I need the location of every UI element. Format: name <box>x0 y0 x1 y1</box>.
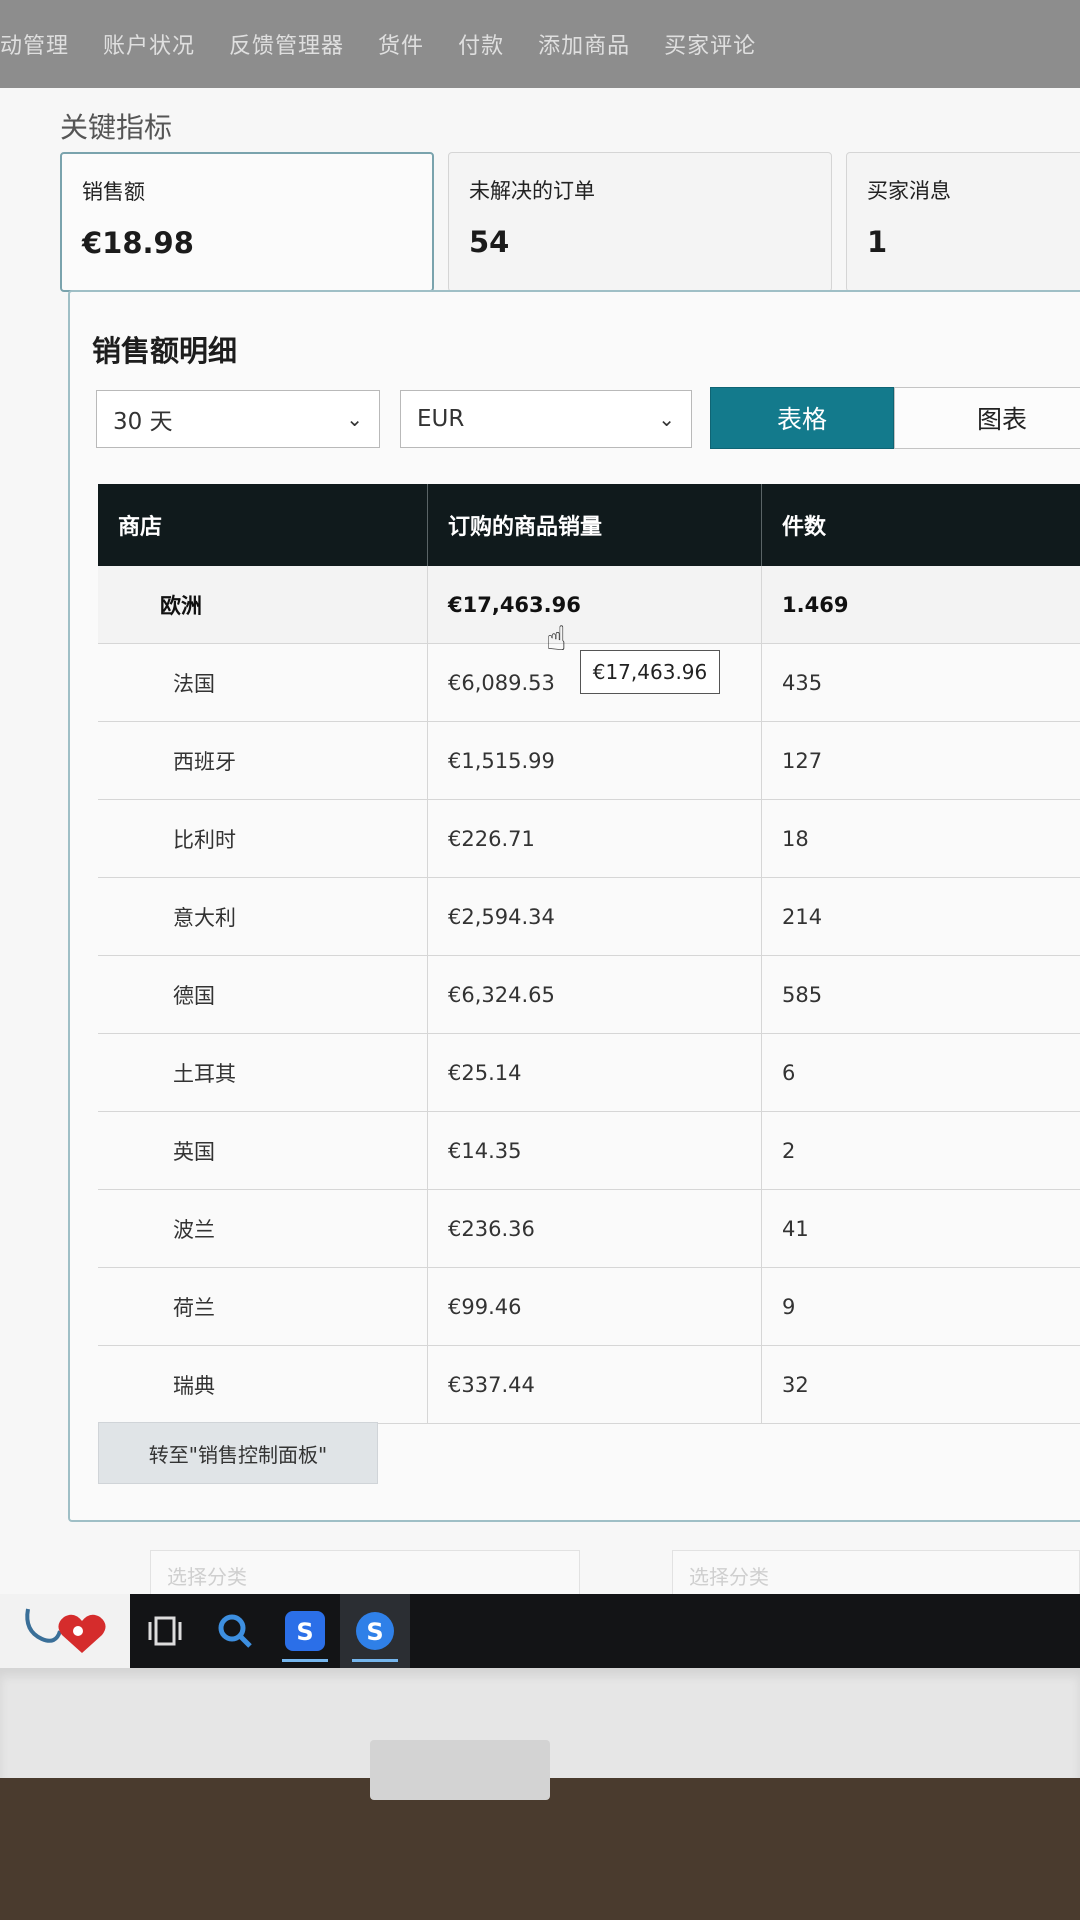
table-row: 西班牙 €1,515.99 127 <box>98 722 1080 800</box>
sales-breakdown-panel: 销售额明细 30 天 ⌄ EUR ⌄ 表格 图表 商店 订购的商品销量 件数 欧… <box>68 290 1080 1522</box>
kpi-value: €18.98 <box>82 226 194 260</box>
kpi-value: 1 <box>867 225 888 259</box>
cell-sales: €14.35 <box>428 1112 762 1189</box>
cell-store: 欧洲 <box>98 566 428 643</box>
cell-store: 西班牙 <box>98 722 428 799</box>
cell-store: 波兰 <box>98 1190 428 1267</box>
column-header-store[interactable]: 商店 <box>98 484 428 566</box>
top-navigation: 动管理 账户状况 反馈管理器 货件 付款 添加商品 买家评论 <box>0 0 1080 88</box>
cell-sales: €1,515.99 <box>428 722 762 799</box>
cell-sales: €2,594.34 <box>428 878 762 955</box>
cell-sales: €6,324.65 <box>428 956 762 1033</box>
currency-select-value: EUR <box>417 406 465 432</box>
chevron-down-icon: ⌄ <box>658 407 675 431</box>
cell-store: 比利时 <box>98 800 428 877</box>
kpi-label: 买家消息 <box>867 179 951 203</box>
category-select-right[interactable]: 选择分类 <box>672 1550 1080 1600</box>
chevron-down-icon: ⌄ <box>346 407 363 431</box>
cell-sales: €337.44 <box>428 1346 762 1423</box>
svg-text:S: S <box>366 1618 383 1646</box>
category-select-left[interactable]: 选择分类 <box>150 1550 580 1600</box>
category-select-placeholder: 选择分类 <box>689 1564 769 1589</box>
cell-sales: €17,463.96 <box>428 566 762 643</box>
sogou-app-icon[interactable]: S <box>270 1594 340 1668</box>
cell-store: 意大利 <box>98 878 428 955</box>
column-header-sales[interactable]: 订购的商品销量 <box>428 484 762 566</box>
search-icon[interactable] <box>200 1594 270 1668</box>
kpi-card-buyer-messages[interactable]: 买家消息 1 <box>846 152 1080 292</box>
table-row-region: 欧洲 €17,463.96 1.469 <box>98 566 1080 644</box>
table-row: 英国 €14.35 2 <box>98 1112 1080 1190</box>
tab-chart-view[interactable]: 图表 <box>894 387 1080 449</box>
table-row: 土耳其 €25.14 6 <box>98 1034 1080 1112</box>
browser-app-icon[interactable]: S <box>340 1594 410 1668</box>
monitor-screen: 动管理 账户状况 反馈管理器 货件 付款 添加商品 买家评论 关键指标 销售额 … <box>0 0 1080 1610</box>
cell-store: 土耳其 <box>98 1034 428 1111</box>
nav-item[interactable]: 账户状况 <box>103 28 195 60</box>
tab-table-view[interactable]: 表格 <box>710 387 894 449</box>
sales-table: 商店 订购的商品销量 件数 欧洲 €17,463.96 1.469 法国 €6,089.… <box>98 484 1080 1424</box>
nav-item[interactable]: 付款 <box>458 28 504 60</box>
table-row: 波兰 €236.36 41 <box>98 1190 1080 1268</box>
cell-store: 荷兰 <box>98 1268 428 1345</box>
cell-sales: €99.46 <box>428 1268 762 1345</box>
hand-cursor-icon: ☝ <box>546 619 567 659</box>
value-tooltip: €17,463.96 <box>580 650 720 694</box>
cell-units: 41 <box>782 1216 809 1241</box>
cell-units: 2 <box>782 1138 796 1163</box>
kpi-card-open-orders[interactable]: 未解决的订单 54 <box>448 152 832 292</box>
cell-sales: €226.71 <box>428 800 762 877</box>
nav-item[interactable]: 添加商品 <box>538 28 630 60</box>
currency-select[interactable]: EUR ⌄ <box>400 390 692 448</box>
cell-store: 德国 <box>98 956 428 1033</box>
cell-units: 32 <box>782 1372 809 1397</box>
svg-text:S: S <box>296 1618 313 1646</box>
cell-units: 6 <box>782 1060 796 1085</box>
health-app-icon[interactable] <box>0 1594 130 1668</box>
cell-units: 127 <box>782 748 823 773</box>
period-select[interactable]: 30 天 ⌄ <box>96 390 380 448</box>
cell-units: 435 <box>782 670 823 695</box>
cell-units: 9 <box>782 1294 796 1319</box>
column-header-units[interactable]: 件数 <box>762 484 1080 566</box>
cell-units: 214 <box>782 904 823 929</box>
nav-item[interactable]: 动管理 <box>0 28 69 60</box>
table-row: 德国 €6,324.65 585 <box>98 956 1080 1034</box>
cell-sales: €25.14 <box>428 1034 762 1111</box>
kpi-value: 54 <box>469 225 510 259</box>
kpi-row: 销售额 €18.98 未解决的订单 54 买家消息 1 <box>60 152 1080 292</box>
kpi-card-sales[interactable]: 销售额 €18.98 <box>60 152 434 292</box>
cell-store: 英国 <box>98 1112 428 1189</box>
taskbar: S S <box>0 1594 1080 1668</box>
cell-store: 瑞典 <box>98 1346 428 1423</box>
cell-units: 18 <box>782 826 809 851</box>
cell-store: 法国 <box>98 644 428 721</box>
category-select-placeholder: 选择分类 <box>167 1564 247 1589</box>
panel-title: 销售额明细 <box>92 334 238 368</box>
kpi-label: 未解决的订单 <box>469 179 595 203</box>
nav-item[interactable]: 反馈管理器 <box>229 28 344 60</box>
monitor-stand <box>370 1740 550 1800</box>
nav-item[interactable]: 买家评论 <box>664 28 756 60</box>
cell-units: 1.469 <box>782 592 849 617</box>
task-view-icon[interactable] <box>130 1594 200 1668</box>
table-row: 瑞典 €337.44 32 <box>98 1346 1080 1424</box>
table-body: 欧洲 €17,463.96 1.469 法国 €6,089.53 435 西班牙 €1,515… <box>98 566 1080 1424</box>
cell-units: 585 <box>782 982 823 1007</box>
key-metrics-title: 关键指标 <box>60 111 173 144</box>
nav-item[interactable]: 货件 <box>378 28 424 60</box>
cell-sales: €236.36 <box>428 1190 762 1267</box>
period-select-value: 30 天 <box>113 409 173 435</box>
table-row: 比利时 €226.71 18 <box>98 800 1080 878</box>
kpi-label: 销售额 <box>82 180 145 204</box>
table-header: 商店 订购的商品销量 件数 <box>98 484 1080 566</box>
goto-sales-dashboard-button[interactable]: 转至"销售控制面板" <box>98 1422 378 1484</box>
table-row: 意大利 €2,594.34 214 <box>98 878 1080 956</box>
table-row: 荷兰 €99.46 9 <box>98 1268 1080 1346</box>
